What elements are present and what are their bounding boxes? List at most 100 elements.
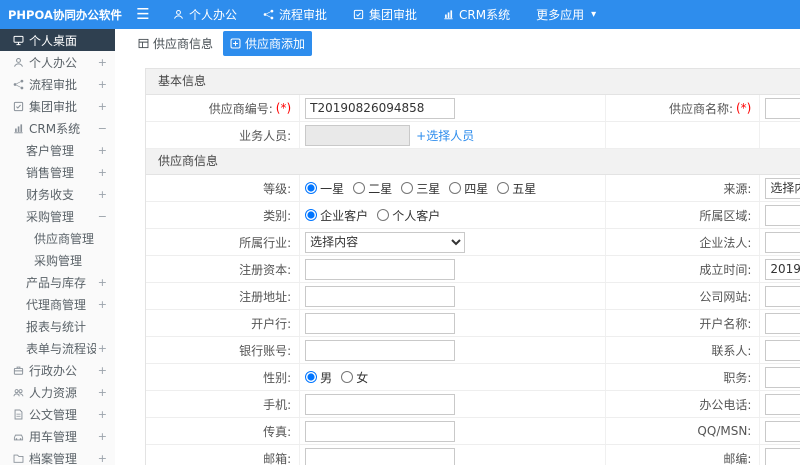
form-row: 银行账号: 联系人: xyxy=(146,337,800,364)
category-radio[interactable] xyxy=(305,209,318,221)
salesperson-input[interactable] xyxy=(305,124,411,146)
field-cell: +选择人员 xyxy=(300,122,607,148)
gender-option-1[interactable]: 女 xyxy=(341,369,368,386)
sidebar-item-personal-office[interactable]: 个人办公 + xyxy=(0,51,115,73)
sidebar-item-supplier-mgmt[interactable]: 供应商管理 xyxy=(0,227,115,249)
radio-option-label: 女 xyxy=(356,370,369,385)
sidebar-item-agent-mgmt[interactable]: 代理商管理 + xyxy=(0,293,115,315)
sidebar-item-workflow-approval[interactable]: 流程审批 + xyxy=(0,73,115,95)
sidebar-item-customer-mgmt[interactable]: 客户管理 + xyxy=(0,139,115,161)
level-option-1[interactable]: 二星 xyxy=(353,180,392,197)
account-name-input[interactable] xyxy=(765,312,800,334)
sidebar-item-group-approval[interactable]: 集团审批 + xyxy=(0,95,115,117)
sidebar-item-label: 公文管理 xyxy=(29,407,78,422)
sidebar-item-label: 代理商管理 xyxy=(26,297,87,312)
top-nav-crm-system[interactable]: CRM系统 xyxy=(430,0,523,29)
sidebar-item-crm-system[interactable]: CRM系统 − xyxy=(0,117,115,139)
crm-icon xyxy=(13,123,24,134)
category-option-0[interactable]: 企业客户 xyxy=(305,207,368,224)
tab-label: 供应商信息 xyxy=(153,37,214,51)
form-row: 性别: 男女职务: xyxy=(146,364,800,391)
level-radio[interactable] xyxy=(449,182,462,194)
sidebar-item-finance-inout[interactable]: 财务收支 + xyxy=(0,183,115,205)
top-nav-personal-office[interactable]: 个人办公 xyxy=(160,0,250,29)
sidebar-item-purchase-mgmt[interactable]: 采购管理 − xyxy=(0,205,115,227)
supplier-code-input[interactable] xyxy=(305,97,456,119)
sidebar-item-vehicle-mgmt[interactable]: 用车管理 + xyxy=(0,425,115,447)
mobile-input[interactable] xyxy=(305,393,456,415)
label-text: 职务: xyxy=(723,370,752,385)
sidebar-item-human-resources[interactable]: 人力资源 + xyxy=(0,381,115,403)
bank-account-input[interactable] xyxy=(305,339,456,361)
sidebar-item-label: 个人办公 xyxy=(29,55,78,70)
expand-plus-icon: + xyxy=(97,77,107,91)
top-nav-group-approval[interactable]: 集团审批 xyxy=(340,0,430,29)
gender-option-0[interactable]: 男 xyxy=(305,369,332,386)
gender-radio[interactable] xyxy=(341,371,354,383)
sidebar-item-archive-mgmt[interactable]: 档案管理 + xyxy=(0,447,115,465)
website-input[interactable] xyxy=(765,285,800,307)
bank-input[interactable] xyxy=(305,312,456,334)
sidebar-item-purchasing[interactable]: 采购管理 xyxy=(0,249,115,271)
industry-select[interactable]: 选择内容 xyxy=(305,231,466,253)
field-cell xyxy=(760,95,800,121)
choose-person-link[interactable]: +选择人员 xyxy=(416,127,474,144)
menu-toggle-icon[interactable]: ☰ xyxy=(126,0,160,29)
label-text: 银行账号: xyxy=(239,343,292,358)
sidebar-item-label: 集团审批 xyxy=(29,99,78,114)
top-nav-label: 个人办公 xyxy=(189,8,238,22)
supplier-name-input[interactable] xyxy=(765,97,800,119)
source-select[interactable]: 选择内容 xyxy=(765,177,800,199)
field-label: 开户行: xyxy=(146,310,301,336)
crm-icon xyxy=(443,9,454,20)
fax-input[interactable] xyxy=(305,420,456,442)
contact-input[interactable] xyxy=(765,339,800,361)
sidebar-item-document-mgmt[interactable]: 公文管理 + xyxy=(0,403,115,425)
category-option-1[interactable]: 个人客户 xyxy=(377,207,440,224)
add-icon xyxy=(230,38,241,49)
region-input[interactable] xyxy=(765,204,800,226)
folder-icon xyxy=(13,453,24,464)
field-cell xyxy=(760,256,800,282)
level-option-3[interactable]: 四星 xyxy=(449,180,488,197)
sidebar-item-label: 流程审批 xyxy=(29,77,78,92)
tab-supplier-add[interactable]: 供应商添加 xyxy=(223,31,313,56)
label-text: 注册地址: xyxy=(239,289,292,304)
form-row: 供应商编号:(*)供应商名称:(*) xyxy=(146,95,800,122)
level-option-2[interactable]: 三星 xyxy=(401,180,440,197)
sidebar-item-product-inventory[interactable]: 产品与库存 + xyxy=(0,271,115,293)
sidebar-item-form-flow-settings[interactable]: 表单与流程设置+ xyxy=(0,337,115,359)
registered-address-input[interactable] xyxy=(305,285,456,307)
category-radio[interactable] xyxy=(377,209,390,221)
level-option-0[interactable]: 一星 xyxy=(305,180,344,197)
field-cell xyxy=(300,283,607,309)
email-input[interactable] xyxy=(305,447,456,465)
level-radio[interactable] xyxy=(401,182,414,194)
level-radio[interactable] xyxy=(305,182,318,194)
gender-radio[interactable] xyxy=(305,371,318,383)
sidebar-item-reports-stats[interactable]: 报表与统计 xyxy=(0,315,115,337)
level-radio[interactable] xyxy=(497,182,510,194)
sidebar-item-desktop[interactable]: 个人桌面 xyxy=(0,29,115,51)
qq-msn-input[interactable] xyxy=(765,420,800,442)
level-radio[interactable] xyxy=(353,182,366,194)
founded-date-input[interactable] xyxy=(765,258,800,280)
sidebar-item-label: CRM系统 xyxy=(29,121,81,136)
sidebar-item-sales-mgmt[interactable]: 销售管理 + xyxy=(0,161,115,183)
legal-person-input[interactable] xyxy=(765,231,800,253)
level-option-4[interactable]: 五星 xyxy=(497,180,536,197)
radio-option-label: 男 xyxy=(320,370,333,385)
office-phone-input[interactable] xyxy=(765,393,800,415)
field-cell xyxy=(760,391,800,417)
top-nav-more-apps[interactable]: 更多应用 ▾ xyxy=(523,0,609,29)
radio-option-label: 二星 xyxy=(368,181,393,196)
registered-capital-input[interactable] xyxy=(305,258,456,280)
sidebar-item-admin-office[interactable]: 行政办公 + xyxy=(0,359,115,381)
tab-supplier-info-list[interactable]: 供应商信息 xyxy=(131,31,220,56)
expand-plus-icon: + xyxy=(97,429,107,443)
form-row: 业务人员: +选择人员 xyxy=(146,122,800,149)
top-nav-workflow-approval[interactable]: 流程审批 xyxy=(250,0,340,29)
postcode-input[interactable] xyxy=(765,447,800,465)
field-label xyxy=(606,122,761,148)
job-title-input[interactable] xyxy=(765,366,800,388)
